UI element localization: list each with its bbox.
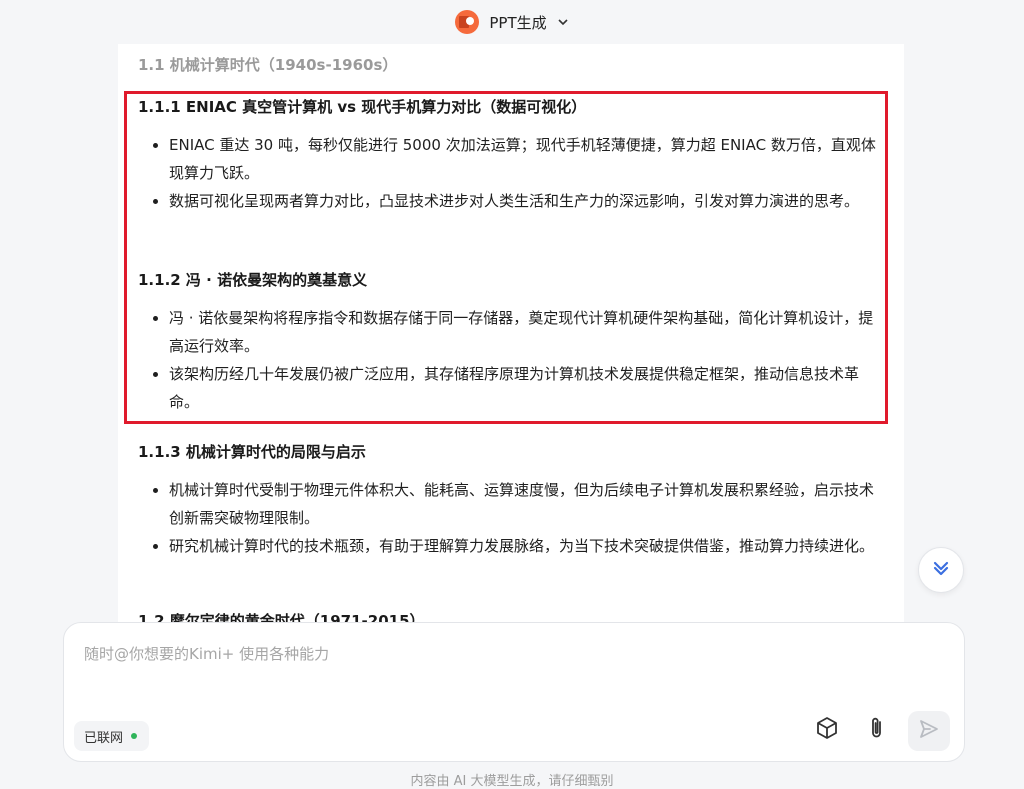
paperclip-icon <box>864 715 890 745</box>
send-button[interactable] <box>908 711 950 751</box>
online-label: 已联网 <box>84 730 124 746</box>
list-item: 研究机械计算时代的技术瓶颈，有助于理解算力发展脉络，为当下技术突破提供借鉴，推动… <box>138 532 886 560</box>
subsection-title: 1.1.3 机械计算时代的局限与启示 <box>138 443 366 461</box>
message-composer: 随时@你想要的Kimi+ 使用各种能力 已联网 <box>63 622 965 762</box>
document-panel: 1.1 机械计算时代（1940s-1960s） 1.1.1 ENIAC 真空管计… <box>118 44 904 624</box>
list-item: 冯 · 诺依曼架构将程序指令和数据存储于同一存储器，奠定现代计算机硬件架构基础，… <box>138 304 886 360</box>
app-title: PPT生成 <box>489 13 547 32</box>
ppt-logo-icon <box>455 10 480 34</box>
message-input[interactable]: 随时@你想要的Kimi+ 使用各种能力 <box>84 643 329 664</box>
subsection-title: 1.1.1 ENIAC 真空管计算机 vs 现代手机算力对比（数据可视化） <box>138 98 587 116</box>
send-icon <box>917 717 941 745</box>
chevron-down-icon <box>557 13 569 32</box>
cube-button[interactable] <box>812 715 842 745</box>
scroll-to-bottom-button[interactable] <box>918 547 964 593</box>
cube-icon <box>814 715 840 745</box>
list-item: 数据可视化呈现两者算力对比，凸显技术进步对人类生活和生产力的深远影响，引发对算力… <box>138 187 886 215</box>
attach-button[interactable] <box>862 715 892 745</box>
section-title: 1.1 机械计算时代（1940s-1960s） <box>138 56 398 74</box>
list-item: 机械计算时代受制于物理元件体积大、能耗高、运算速度慢，但为后续电子计算机发展积累… <box>138 476 886 532</box>
subsection-1: 1.1.1 ENIAC 真空管计算机 vs 现代手机算力对比（数据可视化） EN… <box>138 96 886 215</box>
online-status-toggle[interactable]: 已联网 <box>74 721 150 751</box>
subsection-title: 1.1.2 冯 · 诺依曼架构的奠基意义 <box>138 271 368 289</box>
top-bar: PPT生成 <box>0 0 1024 44</box>
subsection-2: 1.1.2 冯 · 诺依曼架构的奠基意义 冯 · 诺依曼架构将程序指令和数据存储… <box>138 269 886 416</box>
list-item: 该架构历经几十年发展仍被广泛应用，其存储程序原理为计算机技术发展提供稳定框架，推… <box>138 360 886 416</box>
subsection-3: 1.1.3 机械计算时代的局限与启示 机械计算时代受制于物理元件体积大、能耗高、… <box>138 441 886 560</box>
online-dot-icon <box>131 733 138 739</box>
list-item: ENIAC 重达 30 吨，每秒仅能进行 5000 次加法运算；现代手机轻薄便捷… <box>138 131 886 187</box>
double-chevron-down-icon <box>931 558 951 582</box>
app-switcher[interactable]: PPT生成 <box>455 10 568 34</box>
